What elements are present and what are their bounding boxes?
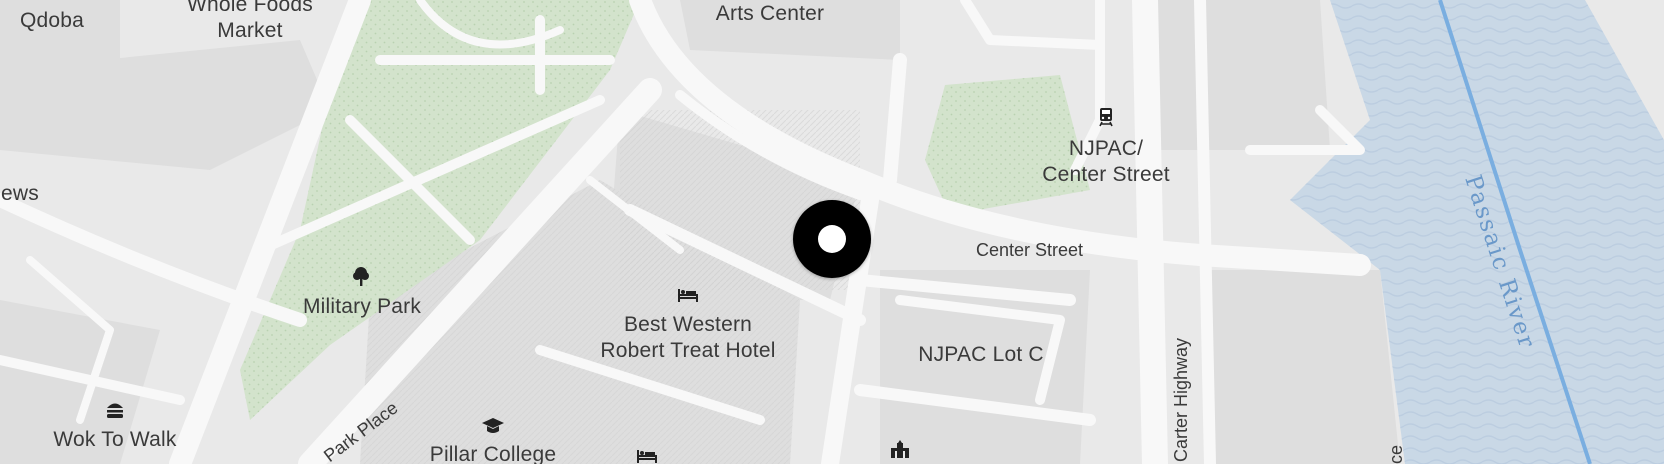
- graduation-cap-icon[interactable]: [481, 414, 505, 438]
- place-label-pillar-college[interactable]: Pillar College: [430, 442, 557, 464]
- map-view[interactable]: Qdoba Whole Foods Market Arts Center ews…: [0, 0, 1664, 464]
- place-label-wok-to-walk[interactable]: Wok To Walk: [53, 427, 176, 453]
- museum-icon[interactable]: [888, 438, 912, 462]
- hotel-icon[interactable]: [635, 444, 659, 464]
- place-label-line: Robert Treat Hotel: [600, 339, 776, 362]
- location-marker-icon[interactable]: [793, 200, 871, 278]
- place-label-line: NJPAC/: [1068, 137, 1144, 160]
- place-label-line: Market: [217, 19, 283, 42]
- tree-icon[interactable]: [349, 264, 373, 288]
- place-label-njpac-station[interactable]: NJPAC/ Center Street: [1042, 136, 1170, 188]
- street-label-edge-fragment: ce: [1386, 444, 1406, 464]
- hotel-icon[interactable]: [676, 283, 700, 307]
- train-icon[interactable]: [1094, 105, 1118, 129]
- burger-icon[interactable]: [103, 398, 127, 422]
- street-label-carter-highway: Carter Highway: [1171, 337, 1191, 462]
- place-label-whole-foods[interactable]: Whole Foods Market: [187, 0, 313, 44]
- place-label-military-park[interactable]: Military Park: [303, 294, 421, 320]
- place-label-news[interactable]: ews: [1, 181, 39, 207]
- street-label-center-street: Center Street: [976, 240, 1084, 260]
- place-label-qdoba[interactable]: Qdoba: [20, 8, 84, 34]
- place-label-best-western[interactable]: Best Western Robert Treat Hotel: [600, 312, 775, 364]
- place-label-arts-center[interactable]: Arts Center: [716, 1, 824, 27]
- place-label-njpac-lot-c[interactable]: NJPAC Lot C: [918, 342, 1044, 368]
- place-label-line: Best Western: [623, 313, 753, 336]
- place-label-line: Whole Foods: [187, 0, 313, 16]
- place-label-line: Center Street: [1042, 163, 1170, 186]
